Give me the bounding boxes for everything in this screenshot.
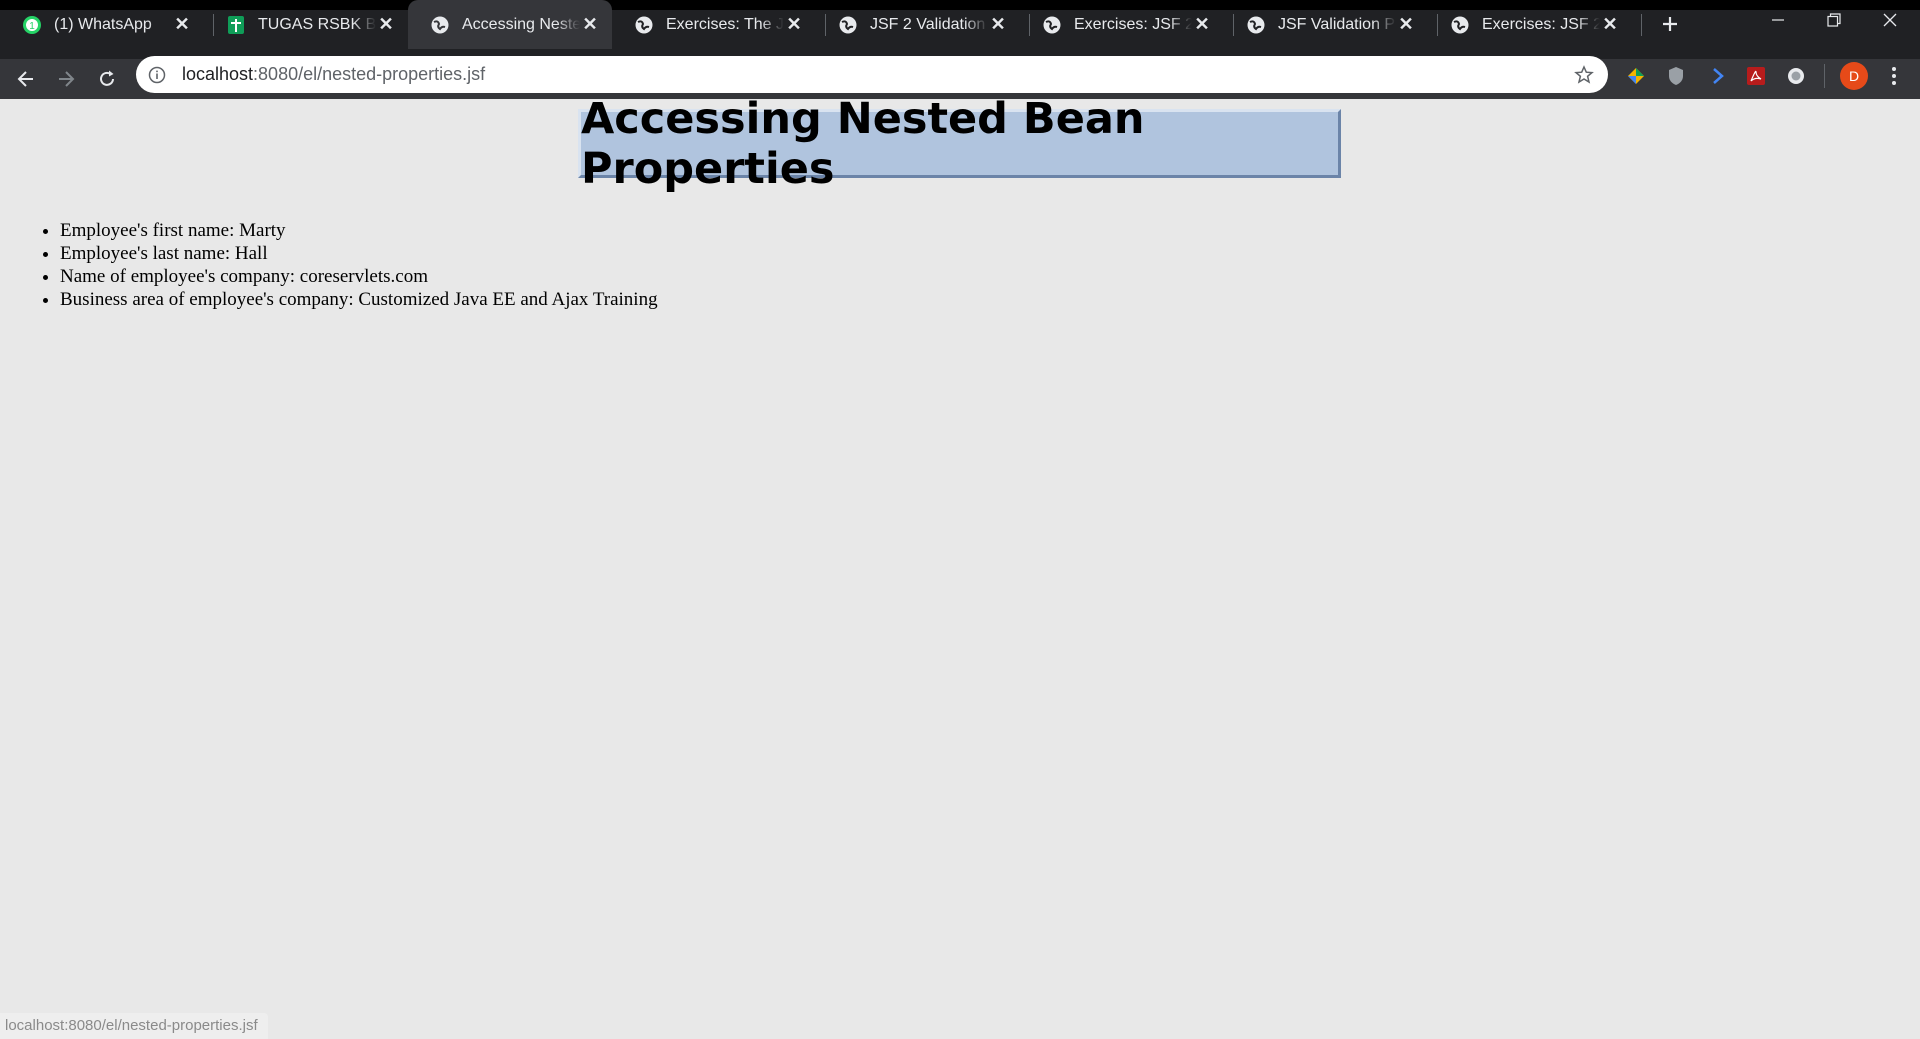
globe-icon bbox=[839, 16, 857, 33]
svg-text:1: 1 bbox=[29, 21, 35, 32]
tab-jsf-validation-part[interactable]: JSF Validation Part ✕ bbox=[1224, 0, 1428, 49]
pdf-icon[interactable] bbox=[1741, 61, 1771, 91]
status-bar: localhost:8080/el/nested-properties.jsf bbox=[0, 1013, 268, 1039]
tab-label: JSF Validation Part bbox=[1278, 15, 1396, 33]
shield-icon[interactable] bbox=[1661, 61, 1691, 91]
restore-icon bbox=[1827, 13, 1841, 27]
plus-icon bbox=[1663, 17, 1677, 31]
close-icon bbox=[1883, 13, 1897, 27]
star-icon[interactable] bbox=[1574, 64, 1594, 85]
tab-label: Accessing Nested bbox=[462, 15, 580, 33]
more-vertical-icon bbox=[1892, 67, 1896, 85]
sheets-icon bbox=[228, 15, 244, 34]
close-icon[interactable]: ✕ bbox=[580, 14, 600, 35]
restore-button[interactable] bbox=[1806, 0, 1862, 40]
tab-exercises-jsf2-val[interactable]: Exercises: JSF 2 Val ✕ bbox=[1020, 0, 1224, 49]
back-button[interactable] bbox=[10, 63, 42, 95]
extension-colorful-icon[interactable] bbox=[1621, 61, 1651, 91]
whatsapp-icon: 1 bbox=[23, 15, 41, 34]
list-item-last-name: Employee's last name: Hall bbox=[60, 242, 658, 265]
chevron-right-icon[interactable] bbox=[1703, 61, 1733, 91]
globe-icon bbox=[1043, 16, 1061, 33]
list-item-business-area: Business area of employee's company: Cus… bbox=[60, 288, 658, 311]
url-path: :8080/el/nested-properties.jsf bbox=[253, 64, 486, 84]
tab-label: Exercises: JSF 2 Val bbox=[1074, 15, 1192, 33]
tab-exercises-jsf[interactable]: Exercises: The JSF ✕ bbox=[612, 0, 816, 49]
close-icon[interactable]: ✕ bbox=[172, 14, 192, 35]
globe-icon bbox=[635, 16, 653, 33]
reload-button[interactable] bbox=[91, 63, 123, 95]
close-icon[interactable]: ✕ bbox=[1600, 14, 1620, 35]
close-window-button[interactable] bbox=[1862, 0, 1918, 40]
arrow-left-icon bbox=[17, 71, 33, 87]
globe-icon bbox=[1247, 16, 1265, 33]
tab-label: TUGAS RSBK B - G bbox=[258, 15, 376, 33]
list-item-first-name: Employee's first name: Marty bbox=[60, 219, 658, 242]
tab-exercises-jsf2-val-2[interactable]: Exercises: JSF 2 Val ✕ bbox=[1428, 0, 1632, 49]
url-host: localhost bbox=[182, 64, 254, 84]
forward-button[interactable] bbox=[50, 63, 82, 95]
tab-label: Exercises: The JSF bbox=[666, 15, 784, 33]
tab-separator bbox=[1641, 14, 1642, 36]
info-icon[interactable] bbox=[148, 66, 166, 84]
tab-jsf2-validation[interactable]: JSF 2 Validation Pa ✕ bbox=[816, 0, 1020, 49]
globe-icon bbox=[431, 16, 449, 33]
tab-tugas-rsbk[interactable]: TUGAS RSBK B - G ✕ bbox=[204, 0, 408, 49]
tab-whatsapp[interactable]: 1 (1) WhatsApp ✕ bbox=[0, 0, 204, 49]
avatar[interactable]: D bbox=[1840, 62, 1868, 90]
address-bar[interactable]: localhost:8080/el/nested-properties.jsf bbox=[136, 56, 1608, 93]
menu-button[interactable] bbox=[1879, 61, 1909, 91]
close-icon[interactable]: ✕ bbox=[1396, 14, 1416, 35]
arrow-right-icon bbox=[59, 71, 75, 87]
close-icon[interactable]: ✕ bbox=[1192, 14, 1212, 35]
close-icon[interactable]: ✕ bbox=[376, 14, 396, 35]
tab-label: Exercises: JSF 2 Val bbox=[1482, 15, 1600, 33]
new-tab-button[interactable] bbox=[1656, 10, 1684, 38]
toolbar-separator bbox=[1824, 64, 1825, 88]
employee-info-list: Employee's first name: Marty Employee's … bbox=[20, 219, 658, 311]
avatar-initial: D bbox=[1848, 68, 1860, 84]
close-icon[interactable]: ✕ bbox=[784, 14, 804, 35]
list-item-company-name: Name of employee's company: coreservlets… bbox=[60, 265, 658, 288]
record-icon[interactable] bbox=[1781, 61, 1811, 91]
tab-label: (1) WhatsApp bbox=[54, 15, 152, 33]
reload-icon bbox=[100, 70, 114, 86]
tab-accessing-nested[interactable]: Accessing Nested ✕ bbox=[408, 0, 612, 49]
page-content: Accessing Nested Bean Properties Employe… bbox=[0, 94, 1920, 1039]
page-title: Accessing Nested Bean Properties bbox=[581, 93, 1145, 194]
close-icon[interactable]: ✕ bbox=[988, 14, 1008, 35]
minimize-icon bbox=[1772, 19, 1784, 21]
globe-icon bbox=[1451, 16, 1469, 33]
minimize-button[interactable] bbox=[1750, 0, 1806, 40]
page-title-box: Accessing Nested Bean Properties bbox=[578, 94, 1341, 194]
tab-label: JSF 2 Validation Pa bbox=[870, 15, 988, 33]
